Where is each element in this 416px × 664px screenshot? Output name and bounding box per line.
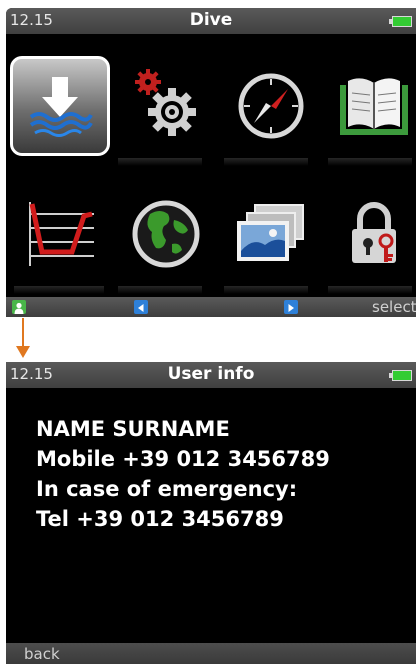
compass-icon xyxy=(238,73,304,139)
screen-title: User info xyxy=(167,364,255,384)
user-softkey[interactable] xyxy=(12,300,26,314)
logbook-icon xyxy=(340,78,408,135)
menu-item-dive[interactable] xyxy=(10,56,110,156)
settings-gears-icon xyxy=(135,69,196,136)
menu-item-logbook[interactable] xyxy=(324,56,416,156)
battery-icon xyxy=(389,370,412,381)
softkey-bar: select xyxy=(6,297,416,317)
menu-item-gallery[interactable] xyxy=(221,184,321,284)
status-bar: 12.15 User info xyxy=(6,362,416,388)
previous-softkey[interactable] xyxy=(134,300,148,314)
back-softkey-label[interactable]: back xyxy=(24,645,60,663)
emergency-phone: Tel +39 012 3456789 xyxy=(36,507,284,531)
globe-icon xyxy=(132,200,200,268)
menu-item-dive-profile[interactable] xyxy=(10,184,110,284)
user-name: NAME SURNAME xyxy=(36,417,230,441)
softkey-bar: back xyxy=(6,643,416,664)
arrow-right-icon xyxy=(288,304,294,312)
dive-profile-icon xyxy=(29,202,94,266)
menu-grid xyxy=(6,34,416,298)
user-info-text: NAME SURNAME Mobile +39 012 3456789 In c… xyxy=(36,414,330,534)
dive-menu-screen: 12.15 Dive select xyxy=(6,8,416,317)
lock-icon xyxy=(352,202,396,263)
next-softkey[interactable] xyxy=(284,300,298,314)
user-icon xyxy=(14,302,24,314)
menu-item-globe[interactable] xyxy=(116,184,216,284)
arrow-left-icon xyxy=(138,304,144,312)
status-bar: 12.15 Dive xyxy=(6,8,416,34)
emergency-label: In case of emergency: xyxy=(36,477,298,501)
flow-arrow-head xyxy=(16,346,30,358)
screen-title: Dive xyxy=(189,10,233,30)
menu-item-settings[interactable] xyxy=(116,56,216,156)
menu-item-compass[interactable] xyxy=(221,56,321,156)
menu-item-lock[interactable] xyxy=(324,184,416,284)
flow-arrow xyxy=(22,318,24,348)
mobile-number: Mobile +39 012 3456789 xyxy=(36,447,330,471)
dive-mode-icon xyxy=(29,77,93,137)
select-softkey-label[interactable]: select xyxy=(372,298,416,316)
user-info-screen: 12.15 User info NAME SURNAME Mobile +39 … xyxy=(6,362,416,664)
battery-icon xyxy=(389,16,412,27)
gallery-icon xyxy=(237,204,304,261)
